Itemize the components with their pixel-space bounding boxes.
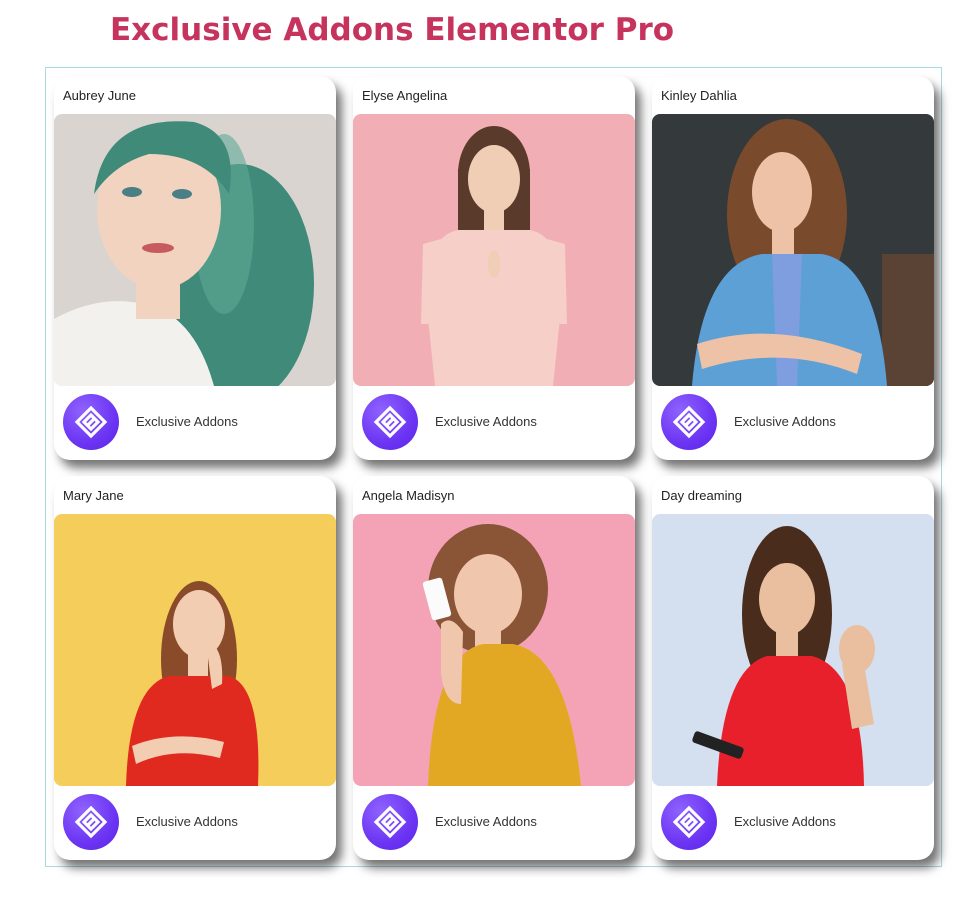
exclusive-addons-logo-icon[interactable] — [362, 794, 418, 850]
portrait-photo — [353, 114, 635, 386]
footer-label: Exclusive Addons — [435, 414, 537, 429]
card-title: Kinley Dahlia — [661, 88, 737, 103]
page-title: Exclusive Addons Elementor Pro — [110, 12, 675, 48]
card-footer: Exclusive Addons — [54, 386, 336, 460]
card-footer: Exclusive Addons — [652, 386, 934, 460]
card-grid: Aubrey June Exclusive Addons Elyse Angel… — [45, 67, 942, 867]
card-angela-madisyn[interactable]: Angela Madisyn Exclusive Addons — [353, 476, 635, 860]
card-footer: Exclusive Addons — [54, 786, 336, 860]
exclusive-addons-logo-icon[interactable] — [661, 394, 717, 450]
card-elyse-angelina[interactable]: Elyse Angelina Exclusive Addons — [353, 76, 635, 460]
footer-label: Exclusive Addons — [435, 814, 537, 829]
card-footer: Exclusive Addons — [353, 786, 635, 860]
portrait-photo — [652, 114, 934, 386]
card-title: Angela Madisyn — [362, 488, 455, 503]
footer-label: Exclusive Addons — [734, 414, 836, 429]
portrait-photo — [652, 514, 934, 786]
card-title: Mary Jane — [63, 488, 124, 503]
card-day-dreaming[interactable]: Day dreaming Exclusive Addons — [652, 476, 934, 860]
portrait-photo — [54, 114, 336, 386]
card-footer: Exclusive Addons — [353, 386, 635, 460]
exclusive-addons-logo-icon[interactable] — [362, 394, 418, 450]
exclusive-addons-logo-icon[interactable] — [661, 794, 717, 850]
card-mary-jane[interactable]: Mary Jane Exclusive Addons — [54, 476, 336, 860]
footer-label: Exclusive Addons — [734, 814, 836, 829]
portrait-photo — [353, 514, 635, 786]
card-kinley-dahlia[interactable]: Kinley Dahlia Exclusive Addons — [652, 76, 934, 460]
footer-label: Exclusive Addons — [136, 814, 238, 829]
footer-label: Exclusive Addons — [136, 414, 238, 429]
card-title: Elyse Angelina — [362, 88, 448, 103]
card-title: Aubrey June — [63, 88, 136, 103]
portrait-photo — [54, 514, 336, 786]
card-title: Day dreaming — [661, 488, 742, 503]
card-footer: Exclusive Addons — [652, 786, 934, 860]
exclusive-addons-logo-icon[interactable] — [63, 794, 119, 850]
exclusive-addons-logo-icon[interactable] — [63, 394, 119, 450]
card-aubrey-june[interactable]: Aubrey June Exclusive Addons — [54, 76, 336, 460]
